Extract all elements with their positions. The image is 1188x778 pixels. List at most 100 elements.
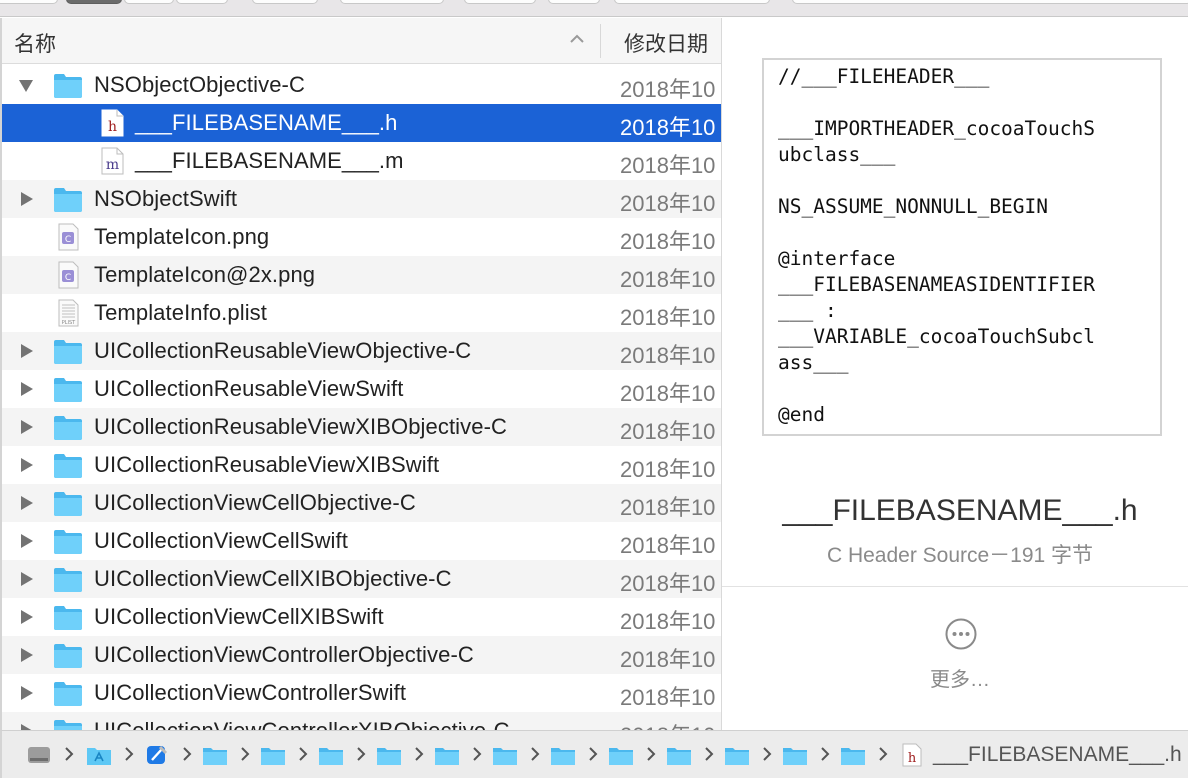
path-item[interactable]: [202, 743, 228, 767]
file-icon-wrapper: [53, 413, 83, 441]
toolbar-action-button[interactable]: [464, 0, 536, 4]
path-item[interactable]: [782, 743, 808, 767]
file-row[interactable]: NSObjectSwift 2018年10: [2, 180, 721, 218]
svg-text:C: C: [65, 235, 71, 245]
path-item[interactable]: [840, 743, 866, 767]
search-field[interactable]: [792, 0, 1188, 4]
path-item[interactable]: [608, 743, 634, 767]
file-row[interactable]: UICollectionViewCellSwift 2018年10: [2, 522, 721, 560]
toolbar-button[interactable]: [0, 0, 58, 4]
file-row[interactable]: UICollectionViewCellXIBObjective-C 2018年1…: [2, 560, 721, 598]
file-row[interactable]: NSObjectObjective-C 2018年10: [2, 66, 721, 104]
folder-icon: [54, 568, 82, 592]
file-row[interactable]: UICollectionReusableViewXIBSwift 2018年10: [2, 446, 721, 484]
disclosure-collapsed-icon[interactable]: [18, 419, 34, 435]
file-name: TemplateInfo.plist: [94, 300, 267, 325]
path-item[interactable]: [260, 743, 286, 767]
preview-pane: //___FILEHEADER___ ___IMPORTHEADER_cocoa…: [722, 18, 1188, 730]
toolbar-view-button[interactable]: [176, 0, 228, 4]
path-separator-chevron-icon: [820, 746, 830, 762]
ellipsis-circle-icon[interactable]: [944, 617, 978, 651]
file-name: UICollectionViewControllerXIBObjective-C: [94, 718, 510, 730]
toolbar-view-button-selected[interactable]: [66, 0, 122, 4]
file-name: NSObjectSwift: [94, 186, 238, 211]
folder-icon: [54, 340, 82, 364]
file-icon-wrapper: [53, 565, 83, 593]
disclosure-collapsed-icon[interactable]: [18, 457, 34, 473]
svg-text:h: h: [108, 119, 117, 135]
path-current-file[interactable]: ___FILEBASENAME___.h: [933, 743, 1182, 767]
file-row[interactable]: UICollectionReusableViewXIBObjective-C 20…: [2, 408, 721, 446]
file-icon-wrapper: C: [53, 261, 83, 289]
path-separator-chevron-icon: [356, 746, 366, 762]
column-header-name[interactable]: 名称: [14, 28, 56, 58]
file-row[interactable]: UICollectionViewCellObjective-C 2018年10: [2, 484, 721, 522]
file-row[interactable]: UICollectionViewControllerObjective-C 201…: [2, 636, 721, 674]
folder-icon: [54, 378, 82, 402]
column-separator[interactable]: [600, 24, 601, 58]
file-row[interactable]: UICollectionViewControllerXIBObjective-C…: [2, 712, 721, 730]
disclosure-collapsed-icon[interactable]: [18, 381, 34, 397]
file-date: 2018年10: [620, 609, 716, 634]
file-name: ___FILEBASENAME___.m: [135, 148, 404, 173]
toolbar-action-button[interactable]: [252, 0, 318, 4]
file-row[interactable]: C TemplateIcon.png 2018年10: [2, 218, 721, 256]
disclosure-expanded-icon[interactable]: [18, 77, 34, 93]
file-row[interactable]: h ___FILEBASENAME___.h 2018年10: [2, 104, 721, 142]
file-date: 2018年10: [620, 647, 716, 672]
folder-icon: [54, 606, 82, 630]
disclosure-collapsed-icon[interactable]: [18, 533, 34, 549]
sort-ascending-icon[interactable]: [568, 30, 586, 48]
disclosure-collapsed-icon[interactable]: [18, 647, 34, 663]
toolbar-view-button[interactable]: [124, 0, 174, 4]
path-item[interactable]: [144, 743, 170, 767]
folder-icon: [609, 748, 633, 765]
file-row[interactable]: UICollectionReusableViewObjective-C 2018年…: [2, 332, 721, 370]
file-row[interactable]: PLIST TemplateInfo.plist 2018年10: [2, 294, 721, 332]
file-row[interactable]: UICollectionViewCellXIBSwift 2018年10: [2, 598, 721, 636]
disclosure-collapsed-icon[interactable]: [18, 723, 34, 730]
file-date: 2018年10: [620, 305, 716, 330]
file-date: 2018年10: [620, 343, 716, 368]
path-item[interactable]: [492, 743, 518, 767]
svg-text:PLIST: PLIST: [62, 320, 76, 326]
path-item[interactable]: [666, 743, 692, 767]
file-row[interactable]: C TemplateIcon@2x.png 2018年10: [2, 256, 721, 294]
disk-icon: [28, 747, 50, 763]
path-item[interactable]: [550, 743, 576, 767]
disclosure-collapsed-icon[interactable]: [18, 495, 34, 511]
folder-icon: [377, 748, 401, 765]
disclosure-collapsed-icon[interactable]: [18, 571, 34, 587]
disclosure-collapsed-icon[interactable]: [18, 191, 34, 207]
path-item[interactable]: [724, 743, 750, 767]
xcode-app-icon: [147, 745, 168, 764]
file-row[interactable]: m ___FILEBASENAME___.m 2018年10: [2, 142, 721, 180]
file-row[interactable]: UICollectionViewControllerSwift 2018年10: [2, 674, 721, 712]
path-item[interactable]: h: [899, 743, 925, 767]
plist-file-icon: PLIST: [58, 299, 79, 327]
column-header-date[interactable]: 修改日期: [624, 28, 708, 58]
file-row[interactable]: UICollectionReusableViewSwift 2018年10: [2, 370, 721, 408]
path-item[interactable]: [376, 743, 402, 767]
more-button[interactable]: 更多…: [722, 663, 1188, 692]
path-separator-chevron-icon: [414, 746, 424, 762]
file-name: UICollectionViewCellSwift: [94, 528, 348, 553]
file-icon-wrapper: [53, 451, 83, 479]
disclosure-collapsed-icon[interactable]: [18, 685, 34, 701]
h-file-icon: h: [902, 743, 922, 767]
path-item[interactable]: [434, 743, 460, 767]
toolbar-action-button[interactable]: [548, 0, 600, 4]
path-item[interactable]: [26, 743, 52, 767]
folder-icon: [551, 748, 575, 765]
path-item[interactable]: [86, 743, 112, 767]
toolbar-action-button[interactable]: [614, 0, 770, 4]
path-separator-chevron-icon: [530, 746, 540, 762]
folder-icon: [54, 644, 82, 668]
path-item[interactable]: [318, 743, 344, 767]
svg-text:h: h: [908, 751, 917, 766]
disclosure-collapsed-icon[interactable]: [18, 609, 34, 625]
toolbar-action-button[interactable]: [340, 0, 444, 4]
file-date: 2018年10: [620, 571, 716, 596]
disclosure-collapsed-icon[interactable]: [18, 343, 34, 359]
path-separator-chevron-icon: [298, 746, 308, 762]
